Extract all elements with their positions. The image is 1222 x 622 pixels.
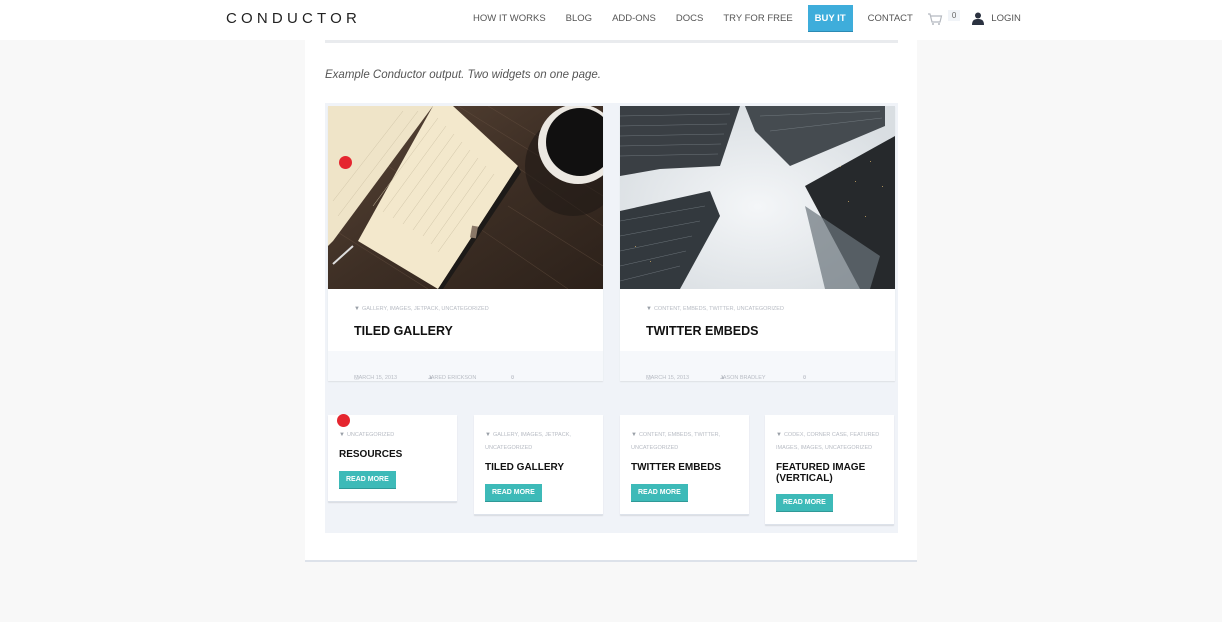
cart-button[interactable]: 0 bbox=[927, 10, 961, 26]
cart-count-badge: 0 bbox=[947, 10, 961, 21]
nav-try-for-free[interactable]: TRY FOR FREE bbox=[713, 5, 802, 32]
post-categories[interactable]: ▼ CODEX, CORNER CASE, FEATURED IMAGES, IM… bbox=[776, 429, 884, 455]
filter-icon: ▼ bbox=[339, 432, 345, 438]
content-panel: Example Conductor output. Two widgets on… bbox=[305, 40, 917, 562]
post-categories[interactable]: ▼ GALLERY, IMAGES, JETPACK, UNCATEGORIZED bbox=[354, 306, 489, 312]
nav-docs[interactable]: DOCS bbox=[666, 5, 713, 32]
notebook-and-coffee-photo[interactable] bbox=[328, 106, 603, 289]
skyscrapers-photo[interactable] bbox=[620, 106, 895, 289]
read-more-button[interactable]: READ MORE bbox=[776, 494, 833, 512]
click-marker bbox=[339, 156, 352, 169]
featured-post-card[interactable]: ▼ CONTENT, EMBEDS, TWITTER, UNCATEGORIZED… bbox=[620, 106, 895, 381]
intro-text: Example Conductor output. Two widgets on… bbox=[325, 69, 601, 81]
cart-icon bbox=[927, 12, 943, 26]
nav-how-it-works[interactable]: HOW IT WORKS bbox=[463, 5, 556, 32]
user-icon bbox=[972, 12, 985, 25]
post-title[interactable]: TWITTER EMBEDS bbox=[631, 462, 739, 474]
divider bbox=[325, 40, 898, 43]
grid-post-card[interactable]: ▼ GALLERY, IMAGES, JETPACK, UNCATEGORIZED… bbox=[474, 415, 603, 515]
post-title[interactable]: TWITTER EMBEDS bbox=[646, 324, 759, 338]
login-label: LOGIN bbox=[991, 13, 1021, 24]
read-more-button[interactable]: READ MORE bbox=[339, 470, 396, 489]
read-more-button[interactable]: READ MORE bbox=[631, 483, 688, 502]
nav-blog[interactable]: BLOG bbox=[556, 5, 602, 32]
post-categories[interactable]: ▼ UNCATEGORIZED bbox=[339, 429, 447, 442]
top-navigation-bar: CONDUCTOR HOW IT WORKS BLOG ADD-ONS DOCS… bbox=[0, 0, 1222, 40]
grid-post-card[interactable]: ▼ UNCATEGORIZED RESOURCES READ MORE bbox=[328, 414, 457, 502]
post-title[interactable]: TILED GALLERY bbox=[485, 462, 593, 474]
filter-icon: ▼ bbox=[485, 432, 491, 438]
post-meta: ▢ MARCH 15, 2013 ▲ JASON BRADLEY ○ 0 bbox=[620, 351, 895, 381]
widget-area: ▼ GALLERY, IMAGES, JETPACK, UNCATEGORIZED… bbox=[325, 103, 898, 533]
grid-post-card[interactable]: ▼ CONTENT, EMBEDS, TWITTER, UNCATEGORIZED… bbox=[620, 415, 749, 515]
post-title[interactable]: RESOURCES bbox=[339, 449, 447, 461]
nav-add-ons[interactable]: ADD-ONS bbox=[602, 5, 666, 32]
site-logo[interactable]: CONDUCTOR bbox=[226, 10, 361, 27]
filter-icon: ▼ bbox=[354, 306, 360, 312]
post-title[interactable]: TILED GALLERY bbox=[354, 324, 453, 338]
login-link[interactable]: LOGIN bbox=[972, 12, 1021, 25]
nav-contact[interactable]: CONTACT bbox=[858, 5, 923, 32]
grid-post-card[interactable]: ▼ CODEX, CORNER CASE, FEATURED IMAGES, IM… bbox=[765, 415, 894, 525]
filter-icon: ▼ bbox=[631, 432, 637, 438]
post-meta: ▢ MARCH 15, 2013 ▲ JARED ERICKSON ○ 0 bbox=[328, 351, 603, 381]
filter-icon: ▼ bbox=[646, 306, 652, 312]
filter-icon: ▼ bbox=[776, 432, 782, 438]
post-categories[interactable]: ▼ CONTENT, EMBEDS, TWITTER, UNCATEGORIZED bbox=[631, 429, 739, 455]
featured-post-card[interactable]: ▼ GALLERY, IMAGES, JETPACK, UNCATEGORIZED… bbox=[328, 106, 603, 381]
post-title[interactable]: FEATURED IMAGE (VERTICAL) bbox=[776, 462, 884, 484]
post-categories[interactable]: ▼ CONTENT, EMBEDS, TWITTER, UNCATEGORIZED bbox=[646, 306, 784, 312]
read-more-button[interactable]: READ MORE bbox=[485, 483, 542, 502]
post-categories[interactable]: ▼ GALLERY, IMAGES, JETPACK, UNCATEGORIZED bbox=[485, 429, 593, 455]
main-nav: HOW IT WORKS BLOG ADD-ONS DOCS TRY FOR F… bbox=[463, 5, 1021, 32]
nav-buy-it-button[interactable]: BUY IT bbox=[807, 5, 853, 32]
click-marker bbox=[337, 414, 350, 427]
